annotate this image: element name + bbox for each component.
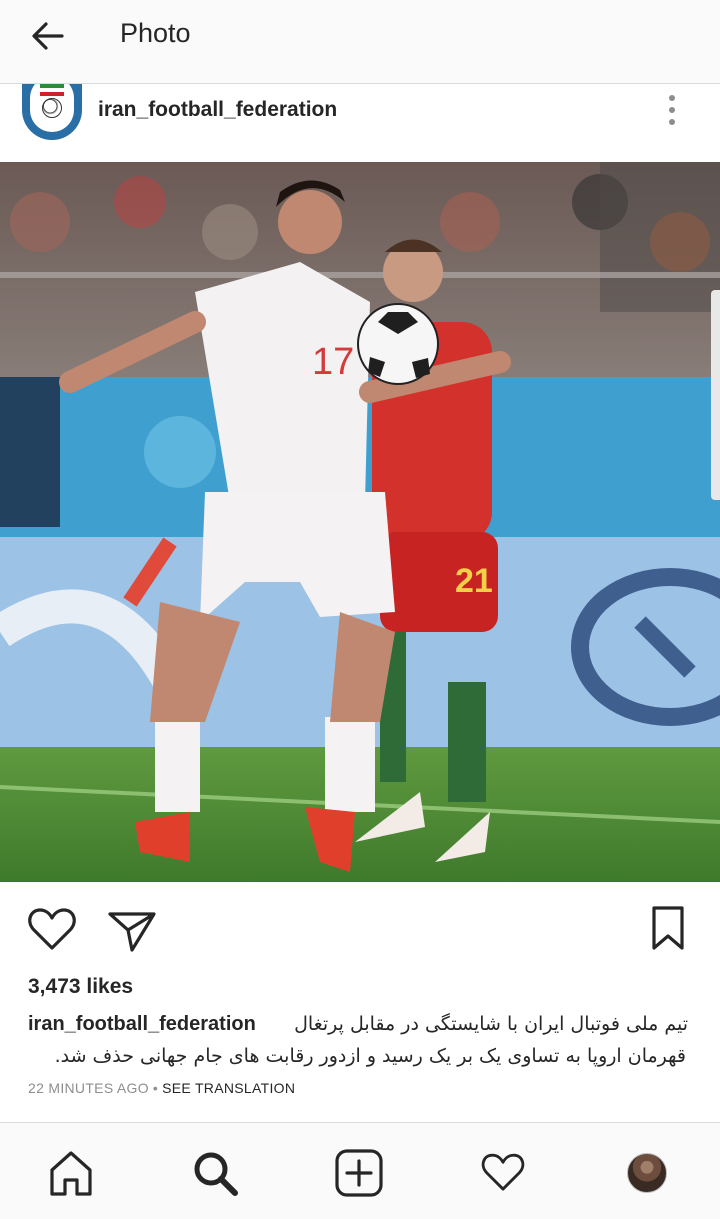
scroll-indicator <box>711 290 720 500</box>
send-icon <box>108 912 156 952</box>
profile-avatar <box>627 1153 667 1193</box>
home-icon <box>50 1151 92 1196</box>
see-translation-link[interactable]: SEE TRANSLATION <box>162 1080 295 1096</box>
activity-heart-icon <box>481 1153 525 1191</box>
search-icon <box>194 1152 238 1196</box>
avatar-logo <box>30 84 74 132</box>
avatar[interactable] <box>22 84 82 140</box>
logo-ball-icon <box>42 98 62 118</box>
arrow-left-icon <box>32 22 64 50</box>
nav-home[interactable] <box>43 1145 99 1201</box>
post-username[interactable]: iran_football_federation <box>98 98 337 122</box>
post-header: iran_football_federation <box>0 84 720 164</box>
bottom-nav <box>0 1122 720 1219</box>
logo-flag-red <box>40 92 64 96</box>
add-post-icon <box>335 1149 383 1197</box>
post-timestamp: 22 MINUTES AGO <box>28 1080 149 1096</box>
nav-profile[interactable] <box>619 1145 675 1201</box>
back-button[interactable] <box>18 12 78 60</box>
save-button[interactable] <box>640 902 696 958</box>
likes-count[interactable]: 3,473 likes <box>28 975 133 999</box>
nav-activity[interactable] <box>475 1145 531 1201</box>
like-button[interactable] <box>24 902 80 958</box>
post-meta: 22 MINUTES AGO • SEE TRANSLATION <box>28 1080 295 1096</box>
nav-new-post[interactable] <box>331 1145 387 1201</box>
post-photo[interactable]: 21 17 <box>0 162 720 882</box>
meta-separator: • <box>152 1080 159 1096</box>
red-player-number: 21 <box>455 562 493 600</box>
caption-line-1: iran_football_federation تیم ملی فوتبال … <box>28 1008 692 1040</box>
post-actions <box>0 882 720 972</box>
bookmark-icon <box>652 906 684 950</box>
nav-search[interactable] <box>187 1145 243 1201</box>
page-title: Photo <box>120 18 191 48</box>
app-bar: Photo <box>0 0 720 84</box>
share-button[interactable] <box>104 902 160 958</box>
football-photo: 21 17 <box>0 162 720 882</box>
more-options-button[interactable] <box>654 92 690 128</box>
caption-text-line-1: تیم ملی فوتبال ایران با شایستگی در مقابل… <box>294 1013 688 1035</box>
caption-username[interactable]: iran_football_federation <box>28 1008 256 1040</box>
heart-icon <box>28 908 76 950</box>
caption-text-line-2: قهرمان اروپا به تساوی یک بر یک رسید و از… <box>54 1045 686 1067</box>
white-player-number: 17 <box>312 341 354 383</box>
